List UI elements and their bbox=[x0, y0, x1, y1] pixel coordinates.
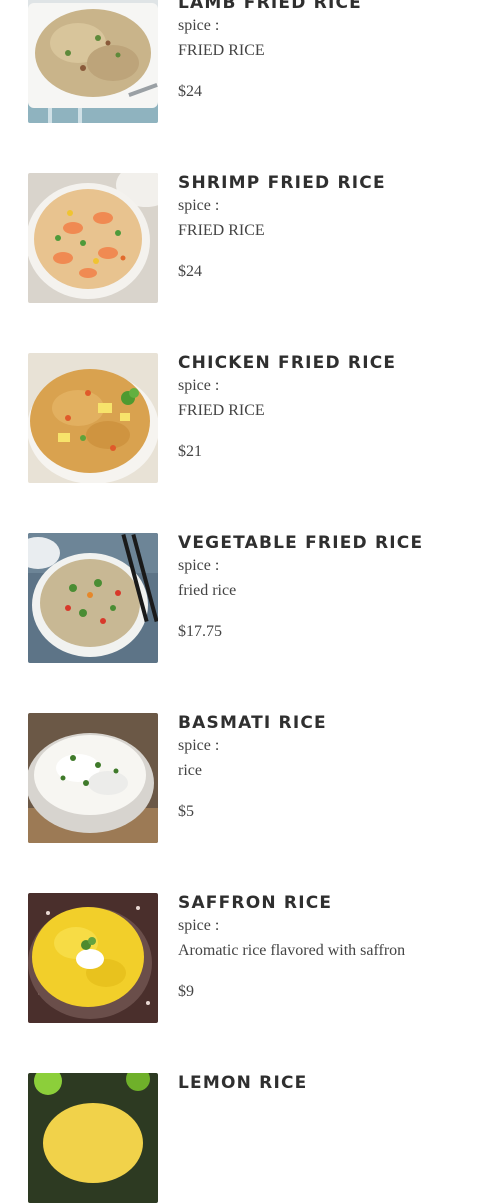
dish-price: $21 bbox=[178, 443, 202, 460]
spice-label: spice : bbox=[178, 197, 220, 214]
menu-item-info: LEMON RICE bbox=[178, 1073, 468, 1093]
dish-description: Aromatic rice flavored with saffron bbox=[178, 942, 406, 959]
lamb-fried-rice-photo[interactable] bbox=[28, 0, 158, 123]
spice-label: spice : bbox=[178, 377, 220, 394]
dish-price: $17.75 bbox=[178, 623, 222, 640]
dish-description: FRIED RICE bbox=[178, 222, 265, 239]
spice-label: spice : bbox=[178, 557, 220, 574]
menu-item-info: LAMB FRIED RICE spice : FRIED RICE $24 bbox=[178, 0, 468, 101]
menu-item-shrimp-fried-rice[interactable]: SHRIMP FRIED RICE spice : FRIED RICE $24 bbox=[28, 173, 468, 303]
dish-price: $9 bbox=[178, 983, 194, 1000]
menu-item-info: BASMATI RICE spice : rice $5 bbox=[178, 713, 468, 821]
dish-name[interactable]: BASMATI RICE bbox=[178, 713, 468, 733]
dish-name[interactable]: LEMON RICE bbox=[178, 1073, 468, 1093]
spice-label: spice : bbox=[178, 917, 220, 934]
dish-description: fried rice bbox=[178, 582, 237, 599]
saffron-rice-photo[interactable] bbox=[28, 893, 158, 1023]
menu-item-lemon-rice[interactable]: LEMON RICE bbox=[28, 1073, 468, 1203]
menu-item-info: VEGETABLE FRIED RICE spice : fried rice … bbox=[178, 533, 468, 641]
menu-item-basmati-rice[interactable]: BASMATI RICE spice : rice $5 bbox=[28, 713, 468, 843]
dish-name[interactable]: SHRIMP FRIED RICE bbox=[178, 173, 468, 193]
dish-name[interactable]: LAMB FRIED RICE bbox=[178, 0, 468, 13]
menu-item-info: CHICKEN FRIED RICE spice : FRIED RICE $2… bbox=[178, 353, 468, 461]
dish-name[interactable]: SAFFRON RICE bbox=[178, 893, 468, 913]
lemon-rice-photo[interactable] bbox=[28, 1073, 158, 1203]
dish-price: $24 bbox=[178, 263, 202, 280]
spice-label: spice : bbox=[178, 17, 220, 34]
dish-price: $24 bbox=[178, 83, 202, 100]
menu-item-info: SHRIMP FRIED RICE spice : FRIED RICE $24 bbox=[178, 173, 468, 281]
vegetable-fried-rice-photo[interactable] bbox=[28, 533, 158, 663]
dish-description: FRIED RICE bbox=[178, 402, 265, 419]
chicken-fried-rice-photo[interactable] bbox=[28, 353, 158, 483]
menu-item-saffron-rice[interactable]: SAFFRON RICE spice : Aromatic rice flavo… bbox=[28, 893, 468, 1023]
basmati-rice-photo[interactable] bbox=[28, 713, 158, 843]
menu-item-lamb-fried-rice[interactable]: LAMB FRIED RICE spice : FRIED RICE $24 bbox=[28, 0, 468, 123]
dish-name[interactable]: VEGETABLE FRIED RICE bbox=[178, 533, 468, 553]
dish-name[interactable]: CHICKEN FRIED RICE bbox=[178, 353, 468, 373]
dish-price: $5 bbox=[178, 803, 194, 820]
menu-item-vegetable-fried-rice[interactable]: VEGETABLE FRIED RICE spice : fried rice … bbox=[28, 533, 468, 663]
dish-description: FRIED RICE bbox=[178, 42, 265, 59]
shrimp-fried-rice-photo[interactable] bbox=[28, 173, 158, 303]
dish-description: rice bbox=[178, 762, 202, 779]
menu-item-info: SAFFRON RICE spice : Aromatic rice flavo… bbox=[178, 893, 468, 1001]
spice-label: spice : bbox=[178, 737, 220, 754]
menu-item-chicken-fried-rice[interactable]: CHICKEN FRIED RICE spice : FRIED RICE $2… bbox=[28, 353, 468, 483]
